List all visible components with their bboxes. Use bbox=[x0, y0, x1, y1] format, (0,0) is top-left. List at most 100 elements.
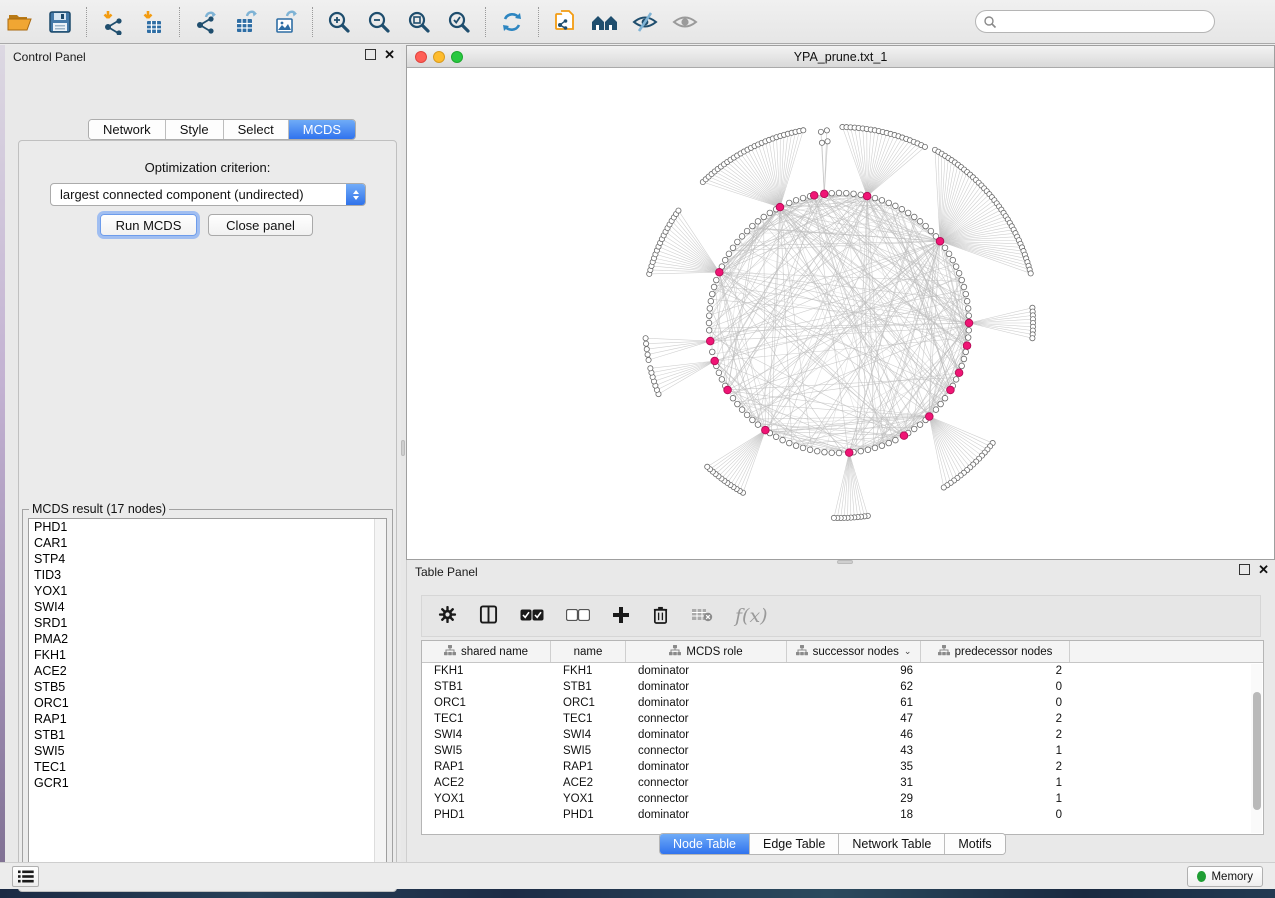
graph-node[interactable] bbox=[762, 426, 770, 434]
graph-node[interactable] bbox=[713, 277, 719, 283]
graph-node[interactable] bbox=[942, 395, 948, 401]
first-neighbors-icon[interactable] bbox=[545, 5, 585, 39]
graph-node[interactable] bbox=[644, 341, 649, 346]
graph-node[interactable] bbox=[942, 245, 948, 251]
graph-node[interactable] bbox=[941, 485, 946, 490]
graph-node[interactable] bbox=[900, 432, 908, 440]
mcds-result-item[interactable]: SRD1 bbox=[29, 615, 386, 631]
graph-node[interactable] bbox=[750, 417, 756, 423]
task-history-button[interactable] bbox=[12, 866, 39, 887]
table-scrollbar-thumb[interactable] bbox=[1253, 692, 1261, 810]
mcds-list-scrollbar[interactable] bbox=[374, 519, 386, 874]
graph-node[interactable] bbox=[843, 190, 849, 196]
open-session-icon[interactable] bbox=[0, 5, 40, 39]
mcds-result-item[interactable]: PHD1 bbox=[29, 519, 386, 535]
tab-network-table[interactable]: Network Table bbox=[839, 834, 945, 854]
graph-node[interactable] bbox=[863, 192, 871, 200]
mcds-result-item[interactable]: SWI4 bbox=[29, 599, 386, 615]
graph-node[interactable] bbox=[858, 448, 864, 454]
mcds-result-item[interactable]: PMA2 bbox=[29, 631, 386, 647]
table-scrollbar[interactable] bbox=[1251, 664, 1262, 833]
table-row[interactable]: ORC1ORC1dominator610 bbox=[422, 695, 1263, 711]
graph-node[interactable] bbox=[959, 277, 965, 283]
table-row[interactable]: STB1STB1dominator620 bbox=[422, 679, 1263, 695]
graph-node[interactable] bbox=[938, 401, 944, 407]
table-row[interactable]: ACE2ACE2connector311 bbox=[422, 775, 1263, 791]
mcds-result-item[interactable]: ACE2 bbox=[29, 663, 386, 679]
split-panel-icon[interactable] bbox=[479, 605, 498, 627]
graph-node[interactable] bbox=[872, 445, 878, 451]
column-header-MCDS-role[interactable]: MCDS role bbox=[626, 641, 787, 662]
graph-node[interactable] bbox=[644, 347, 649, 352]
graph-node[interactable] bbox=[818, 129, 823, 134]
select-all-columns-icon[interactable] bbox=[520, 609, 544, 624]
graph-node[interactable] bbox=[800, 445, 806, 451]
add-column-icon[interactable] bbox=[612, 606, 630, 627]
tab-node-table[interactable]: Node Table bbox=[660, 834, 750, 854]
mcds-result-list[interactable]: PHD1CAR1STP4TID3YOX1SWI4SRD1PMA2FKH1ACE2… bbox=[28, 518, 387, 875]
run-mcds-button[interactable]: Run MCDS bbox=[100, 214, 197, 236]
graph-node[interactable] bbox=[926, 413, 934, 421]
graph-node[interactable] bbox=[965, 319, 973, 327]
graph-node[interactable] bbox=[953, 264, 959, 270]
zoom-out-icon[interactable] bbox=[359, 5, 399, 39]
graph-node[interactable] bbox=[923, 223, 929, 229]
refresh-layout-icon[interactable] bbox=[492, 5, 532, 39]
graph-node[interactable] bbox=[879, 443, 885, 449]
graph-node[interactable] bbox=[947, 386, 955, 394]
tab-motifs[interactable]: Motifs bbox=[945, 834, 1004, 854]
graph-node[interactable] bbox=[819, 140, 824, 145]
graph-node[interactable] bbox=[965, 306, 971, 312]
graph-node[interactable] bbox=[711, 284, 717, 290]
mcds-result-item[interactable]: STB5 bbox=[29, 679, 386, 695]
tab-edge-table[interactable]: Edge Table bbox=[750, 834, 839, 854]
graph-node[interactable] bbox=[708, 298, 714, 304]
graph-node[interactable] bbox=[716, 370, 722, 376]
graph-node[interactable] bbox=[933, 407, 939, 413]
zoom-selected-icon[interactable] bbox=[439, 5, 479, 39]
graph-node[interactable] bbox=[814, 448, 820, 454]
tab-network[interactable]: Network bbox=[89, 120, 166, 139]
graph-node[interactable] bbox=[735, 401, 741, 407]
network-graph[interactable] bbox=[407, 68, 1274, 559]
graph-node[interactable] bbox=[744, 412, 750, 418]
tab-select[interactable]: Select bbox=[224, 120, 289, 139]
graph-node[interactable] bbox=[716, 268, 724, 276]
table-row[interactable]: RAP1RAP1dominator352 bbox=[422, 759, 1263, 775]
mcds-result-item[interactable]: CAR1 bbox=[29, 535, 386, 551]
column-header-predecessor-nodes[interactable]: predecessor nodes bbox=[921, 641, 1070, 662]
graph-node[interactable] bbox=[801, 128, 806, 133]
column-header-shared-name[interactable]: shared name bbox=[422, 641, 551, 662]
graph-node[interactable] bbox=[845, 449, 853, 457]
table-row[interactable]: SWI4SWI4dominator462 bbox=[422, 727, 1263, 743]
network-window-titlebar[interactable]: YPA_prune.txt_1 bbox=[407, 46, 1274, 68]
node-table[interactable]: shared namenameMCDS rolesuccessor nodes⌄… bbox=[421, 640, 1264, 835]
graph-node[interactable] bbox=[886, 200, 892, 206]
criterion-select[interactable]: largest connected component (undirected) bbox=[50, 183, 366, 206]
graph-node[interactable] bbox=[755, 422, 761, 428]
float-panel-icon[interactable] bbox=[365, 49, 376, 60]
graph-node[interactable] bbox=[744, 228, 750, 234]
graph-node[interactable] bbox=[917, 422, 923, 428]
close-panel-icon[interactable]: ✕ bbox=[384, 49, 395, 60]
graph-node[interactable] bbox=[706, 313, 712, 319]
graph-node[interactable] bbox=[963, 349, 969, 355]
graph-node[interactable] bbox=[893, 203, 899, 209]
graph-node[interactable] bbox=[820, 190, 828, 198]
graph-node[interactable] bbox=[953, 377, 959, 383]
graph-node[interactable] bbox=[911, 426, 917, 432]
graph-node[interactable] bbox=[648, 366, 653, 371]
network-canvas[interactable] bbox=[407, 68, 1274, 559]
tab-mcds[interactable]: MCDS bbox=[289, 120, 355, 139]
graph-node[interactable] bbox=[905, 210, 911, 216]
graph-node[interactable] bbox=[705, 464, 710, 469]
hide-graphics-details-icon[interactable] bbox=[625, 5, 665, 39]
graph-node[interactable] bbox=[722, 257, 728, 263]
graph-node[interactable] bbox=[928, 228, 934, 234]
graph-node[interactable] bbox=[961, 284, 967, 290]
graph-node[interactable] bbox=[767, 210, 773, 216]
graph-node[interactable] bbox=[829, 450, 835, 456]
table-row[interactable]: YOX1YOX1connector291 bbox=[422, 791, 1263, 807]
settings-gear-icon[interactable] bbox=[438, 605, 457, 627]
graph-node[interactable] bbox=[786, 440, 792, 446]
